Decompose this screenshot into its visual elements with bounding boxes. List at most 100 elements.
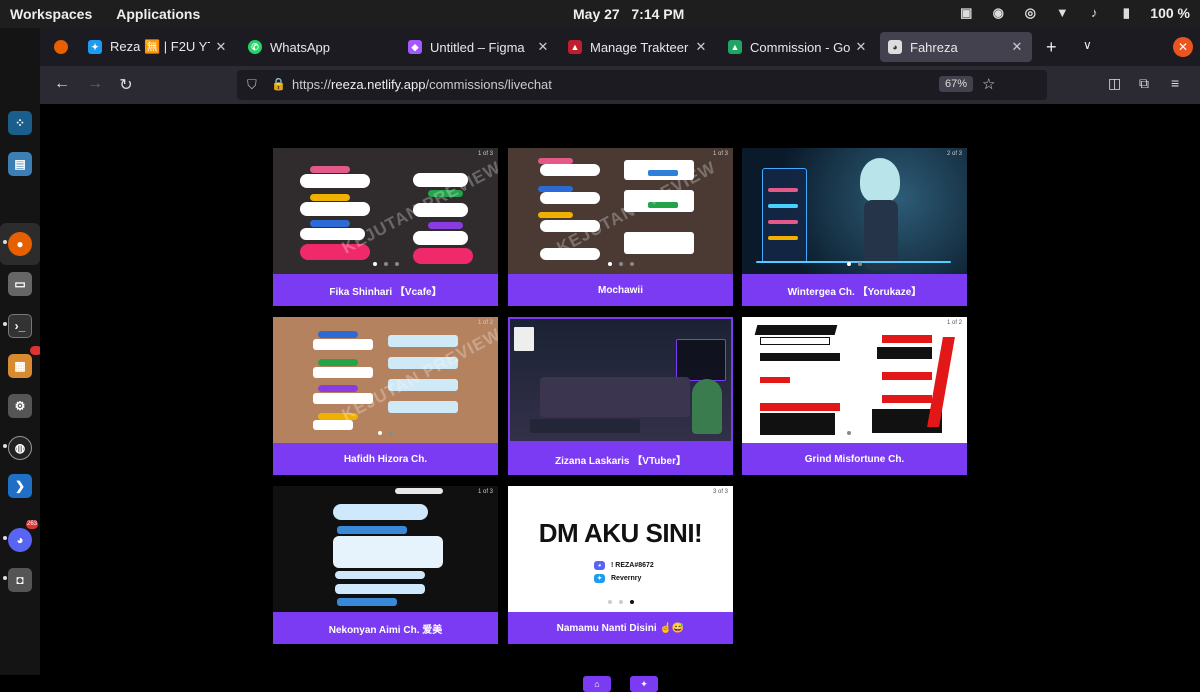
vscode-icon[interactable]: ❯ [8, 474, 32, 498]
twitter-button[interactable]: ✦ [630, 676, 658, 692]
card-title: Namamu Nanti Disini ☝😅 [508, 612, 733, 644]
commission-card[interactable]: KEJUTAN PREVIEW 1 of 3 Mochawii [508, 148, 733, 306]
commission-card[interactable]: 1 of 3 Nekonyan Aimi Ch. 爱美 [273, 486, 498, 644]
discord-icon[interactable]: ◕ [8, 528, 32, 552]
browser-tray-icon[interactable]: ◎ [1022, 5, 1038, 21]
close-icon[interactable]: ✕ [536, 39, 550, 55]
preview-image[interactable]: KEJUTAN PREVIEW 1 of 2 [273, 317, 498, 443]
battery-icon[interactable]: ▮ [1118, 5, 1134, 21]
navigation-bar: ← → ↻ ⛉ 🔒 https://reeza.netlify.app/comm… [40, 66, 1200, 104]
tab-trakteer[interactable]: ▲ Manage Trakteer - St ✕ [560, 32, 716, 62]
firefox-icon[interactable]: ● [8, 232, 32, 256]
tab-label: WhatsApp [270, 39, 330, 55]
tab-fahreza[interactable]: ◕ Fahreza ✕ [880, 32, 1032, 62]
preview-image[interactable]: DM AKU SINI! ◕ ! REZA#8672 ✦ Revernry 3 … [508, 486, 733, 612]
card-title: Wintergea Ch. 【Yorukaze】 [742, 274, 967, 306]
reload-icon[interactable]: ↻ [116, 75, 136, 95]
shield-icon[interactable]: ⛉ [247, 77, 257, 93]
bookmark-star-icon[interactable]: ☆ [982, 75, 995, 93]
running-indicator [3, 576, 7, 580]
tab-twitter[interactable]: ✦ Reza 🈚 | F2U YT Live ✕ [80, 32, 236, 62]
wifi-icon[interactable]: ▼ [1054, 5, 1070, 21]
new-tab-button[interactable]: + [1046, 37, 1057, 58]
commission-card[interactable]: DM AKU SINI! ◕ ! REZA#8672 ✦ Revernry 3 … [508, 486, 733, 644]
terminal-icon[interactable]: ›_ [8, 314, 32, 338]
slide-dots[interactable] [273, 262, 498, 266]
running-indicator [3, 536, 7, 540]
clock[interactable]: May 27 7:14 PM [573, 6, 684, 22]
pocket-icon[interactable]: ◫ [1108, 75, 1121, 92]
preview-image[interactable]: KEJUTAN PREVIEW 1 of 3 [273, 148, 498, 274]
commission-card[interactable]: KEJUTAN PREVIEW 1 of 2 Hafidh Hizora Ch. [273, 317, 498, 475]
system-top-bar: Workspaces Applications May 27 7:14 PM ▣… [0, 0, 1200, 28]
forward-arrow-icon[interactable]: → [85, 75, 105, 93]
tab-firefox-view[interactable] [46, 32, 76, 62]
slide-dots[interactable] [508, 600, 733, 604]
home-button[interactable]: ⌂ [583, 676, 611, 692]
commission-card[interactable]: 2 of 3 Wintergea Ch. 【Yorukaze】 [742, 148, 967, 306]
address-bar[interactable]: ⛉ 🔒 https://reeza.netlify.app/commission… [237, 70, 1047, 100]
running-indicator [3, 444, 7, 448]
card-title: Nekonyan Aimi Ch. 爱美 [273, 612, 498, 644]
slide-counter: 1 of 3 [712, 151, 728, 157]
tab-whatsapp[interactable]: ✆ WhatsApp [240, 32, 398, 62]
tab-google-drive[interactable]: ▲ Commission - Google ✕ [720, 32, 876, 62]
menu-icon[interactable]: ≡ [1171, 75, 1179, 91]
card-title: Hafidh Hizora Ch. [273, 443, 498, 475]
slide-counter: 3 of 3 [712, 489, 728, 495]
twitter-icon: ✦ [88, 40, 102, 54]
obs-icon[interactable]: ◘ [8, 568, 32, 592]
commission-card[interactable]: Zizana Laskaris 【VTuber】 [508, 317, 733, 475]
commission-card[interactable]: 1 of 2 Grind Misfortune Ch. [742, 317, 967, 475]
time-text: 7:14 PM [631, 6, 685, 22]
close-icon[interactable]: ✕ [214, 39, 228, 55]
close-icon[interactable]: ✕ [694, 39, 708, 55]
close-icon[interactable]: ✕ [854, 39, 868, 55]
tab-figma[interactable]: ◆ Untitled – Figma ✕ [400, 32, 558, 62]
page-content: KEJUTAN PREVIEW 1 of 3 Fika Shinhari 【Vc… [40, 104, 1200, 692]
screen-share-icon[interactable]: ▣ [958, 5, 974, 21]
slide-dots[interactable] [508, 262, 733, 266]
slide-counter: 1 of 3 [477, 151, 493, 157]
slide-dots[interactable] [742, 431, 967, 435]
back-arrow-icon[interactable]: ← [52, 75, 72, 93]
settings-app-icon[interactable]: ▤ [8, 152, 32, 176]
preview-image[interactable]: 1 of 3 [273, 486, 498, 612]
window-close-button[interactable]: ✕ [1173, 37, 1193, 57]
tab-label: Commission - Google [750, 39, 850, 55]
zoom-level-badge[interactable]: 67% [939, 76, 974, 92]
firefox-icon [54, 40, 68, 54]
tab-label: Manage Trakteer - St [590, 39, 690, 55]
chrome-icon[interactable]: ◍ [8, 436, 32, 460]
discord-contact: ◕ ! REZA#8672 [594, 561, 654, 570]
system-settings-icon[interactable]: ⚙ [8, 394, 32, 418]
date-text: May 27 [573, 6, 620, 22]
preview-image[interactable] [508, 317, 733, 443]
workspaces-menu[interactable]: Workspaces [10, 6, 92, 22]
software-center-icon[interactable]: ▦ [8, 354, 32, 378]
preview-image[interactable]: 1 of 2 [742, 317, 967, 443]
volume-icon[interactable]: ♪ [1086, 5, 1102, 21]
files-icon[interactable]: ▭ [8, 272, 32, 296]
preview-image[interactable]: 2 of 3 [742, 148, 967, 274]
commission-card[interactable]: KEJUTAN PREVIEW 1 of 3 Fika Shinhari 【Vc… [273, 148, 498, 306]
lock-icon[interactable]: 🔒 [271, 77, 286, 91]
url-text[interactable]: https://reeza.netlify.app/commissions/li… [292, 77, 552, 92]
slide-counter: 1 of 2 [946, 320, 962, 326]
slide-counter: 1 of 2 [477, 320, 493, 326]
site-icon: ◕ [888, 40, 902, 54]
running-indicator [3, 240, 7, 244]
slide-dots[interactable] [742, 262, 967, 266]
slide-dots[interactable] [273, 431, 498, 435]
app-grid-icon[interactable]: ⁘ [8, 111, 32, 135]
tab-label: Reza 🈚 | F2U YT Live [110, 39, 210, 54]
discord-tray-icon[interactable]: ◉ [990, 5, 1006, 21]
extensions-icon[interactable]: ⧉ [1139, 75, 1149, 92]
twitter-icon: ✦ [594, 574, 605, 583]
app-dock: ⁘ ▤ ● ▭ ›_ ▦ ⚙ ◍ ❯ ◕ 263 ◘ [0, 28, 42, 675]
close-icon[interactable]: ✕ [1010, 39, 1024, 55]
preview-image[interactable]: KEJUTAN PREVIEW 1 of 3 [508, 148, 733, 274]
applications-menu[interactable]: Applications [116, 6, 200, 22]
home-icon: ⌂ [594, 679, 600, 689]
tab-list-chevron-icon[interactable]: ∨ [1083, 38, 1092, 52]
